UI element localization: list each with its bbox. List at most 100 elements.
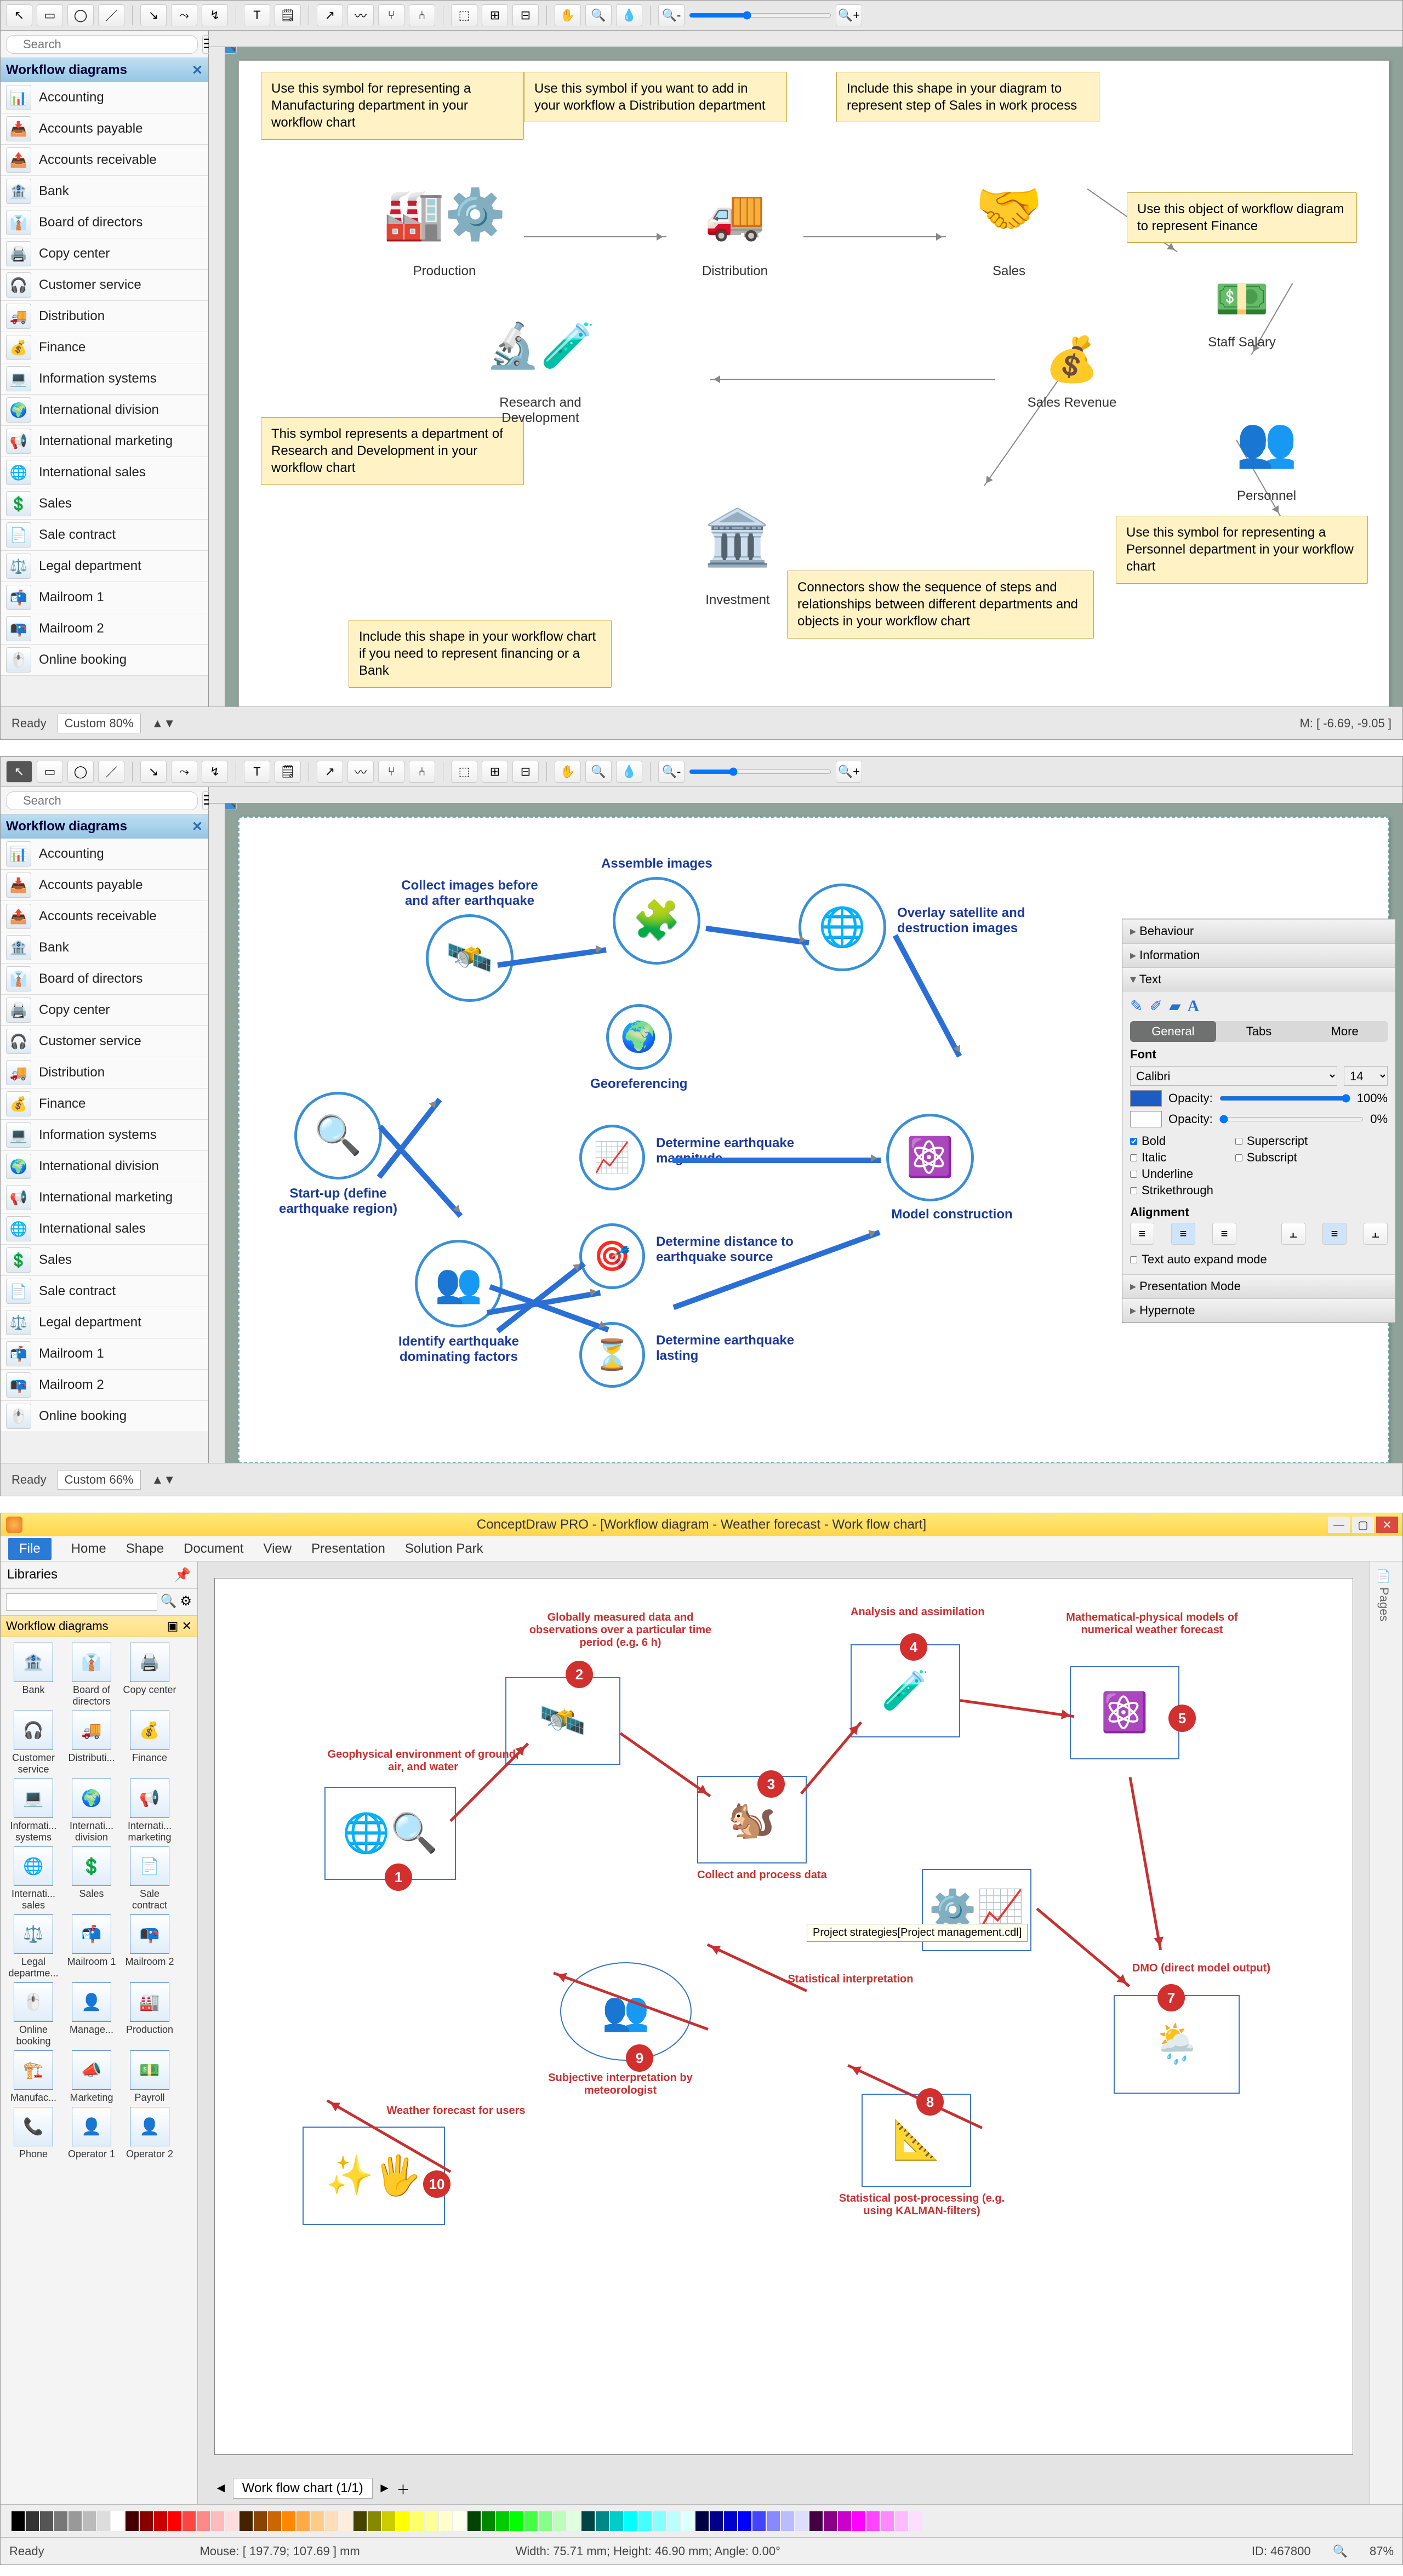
- library-item[interactable]: 🖱️Online booking: [1, 1401, 208, 1432]
- color-swatch[interactable]: [539, 2511, 552, 2531]
- canvas-viewport[interactable]: 🔍 Start-up (define earthquake region) Co…: [225, 803, 1402, 1463]
- library-shape[interactable]: 👤Operator 2: [122, 2107, 177, 2160]
- eyedropper-icon[interactable]: 💧: [616, 761, 642, 783]
- color-swatch[interactable]: [239, 2511, 253, 2531]
- color-swatch[interactable]: [667, 2511, 680, 2531]
- menu-document[interactable]: Document: [184, 1541, 243, 1557]
- color-swatch[interactable]: [710, 2511, 723, 2531]
- library-close-icon[interactable]: ✕: [192, 819, 203, 835]
- library-item[interactable]: 👔Board of directors: [1, 207, 208, 238]
- prev-page-icon[interactable]: ◄: [214, 2481, 227, 2496]
- library-item[interactable]: 🌍International division: [1, 1151, 208, 1182]
- color-swatch[interactable]: [368, 2511, 381, 2531]
- tab-tabs[interactable]: Tabs: [1216, 1021, 1302, 1042]
- menu-home[interactable]: Home: [71, 1541, 106, 1557]
- library-section-header[interactable]: Workflow diagrams ✕: [1, 58, 208, 82]
- library-shape[interactable]: 🌐Internati... sales: [6, 1846, 61, 1911]
- branch-tool-icon[interactable]: ⑂: [378, 4, 404, 26]
- library-shape[interactable]: 📞Phone: [6, 2107, 61, 2160]
- library-shape[interactable]: 👤Manage...: [64, 1982, 119, 2047]
- color-swatch[interactable]: [268, 2511, 281, 2531]
- node-startup[interactable]: 🔍 Start-up (define earthquake region): [267, 1092, 409, 1217]
- library-item[interactable]: 🌍International division: [1, 395, 208, 426]
- drawing-sheet[interactable]: 🌐🔍 1 Geophysical environment of ground, …: [214, 1578, 1353, 2455]
- color-swatch[interactable]: [567, 2511, 580, 2531]
- align-left-icon[interactable]: ≡: [1130, 1223, 1154, 1245]
- library-item[interactable]: 💲Sales: [1, 1245, 208, 1276]
- color-swatch[interactable]: [781, 2511, 794, 2531]
- valign-bottom-icon[interactable]: ⫠: [1364, 1223, 1388, 1245]
- curve-tool-icon[interactable]: 〰: [347, 4, 374, 26]
- color-swatch[interactable]: [866, 2511, 880, 2531]
- color-swatch[interactable]: [225, 2511, 238, 2531]
- node-10[interactable]: ✨🖐️: [303, 2127, 445, 2225]
- zoom-tool-icon[interactable]: 🔍: [585, 4, 612, 26]
- color-swatch[interactable]: [738, 2511, 751, 2531]
- library-shape[interactable]: 💻Informati... systems: [6, 1779, 61, 1843]
- library-shape[interactable]: 📬Mailroom 1: [64, 1914, 119, 1979]
- connector2-icon[interactable]: ⤳: [171, 761, 197, 783]
- line-tool-icon[interactable]: ／: [98, 761, 124, 783]
- library-shape[interactable]: 🖱️Online booking: [6, 1982, 61, 2047]
- color-swatch[interactable]: [553, 2511, 566, 2531]
- node-personnel[interactable]: 👥 Personnel: [1204, 395, 1330, 504]
- pin-icon[interactable]: 📌: [174, 1567, 191, 1583]
- hand-tool-icon[interactable]: ✋: [555, 4, 581, 26]
- tab-more[interactable]: More: [1302, 1021, 1388, 1042]
- menu-shape[interactable]: Shape: [126, 1541, 164, 1557]
- library-item[interactable]: 🖨️Copy center: [1, 995, 208, 1026]
- menu-view[interactable]: View: [264, 1541, 292, 1557]
- zoom-in-icon[interactable]: 🔍+: [836, 4, 862, 26]
- library-item[interactable]: 🚚Distribution: [1, 301, 208, 332]
- color-swatch[interactable]: [909, 2511, 922, 2531]
- node-rd[interactable]: 🔬🧪 Research and Development: [469, 297, 612, 426]
- section-behaviour[interactable]: Behaviour: [1122, 919, 1395, 943]
- note-tool-icon[interactable]: 🗒: [275, 761, 301, 783]
- color-swatch[interactable]: [353, 2511, 367, 2531]
- bold-checkbox[interactable]: [1130, 1138, 1137, 1145]
- color-swatch[interactable]: [69, 2511, 82, 2531]
- node-production[interactable]: 🏭⚙️ Production: [381, 165, 507, 279]
- library-item[interactable]: 📥Accounts payable: [1, 113, 208, 145]
- color-swatch[interactable]: [510, 2511, 523, 2531]
- library-shape[interactable]: 📣Marketing: [64, 2050, 119, 2104]
- library-search-input[interactable]: [6, 1593, 157, 1611]
- zoom-tool-icon[interactable]: 🔍: [585, 761, 612, 783]
- node-assemble[interactable]: Assemble images 🧩: [601, 856, 712, 971]
- library-category[interactable]: Workflow diagrams ▣ ✕: [1, 1616, 197, 1637]
- rect-tool-icon[interactable]: ▭: [37, 4, 63, 26]
- library-item[interactable]: 🌐International sales: [1, 1213, 208, 1245]
- color-swatch[interactable]: [852, 2511, 865, 2531]
- library-shape[interactable]: 👤Operator 1: [64, 2107, 119, 2160]
- node-collect[interactable]: Collect images before and after earthqua…: [398, 878, 541, 1008]
- library-shape[interactable]: 🏦Bank: [6, 1643, 61, 1707]
- color-swatch[interactable]: [482, 2511, 495, 2531]
- zoom-slider[interactable]: [689, 767, 831, 776]
- auto-expand-checkbox[interactable]: [1130, 1256, 1137, 1263]
- library-shape[interactable]: 👔Board of directors: [64, 1643, 119, 1707]
- node-lasting[interactable]: ⏳ Determine earthquake lasting: [579, 1322, 645, 1394]
- color-swatch[interactable]: [12, 2511, 25, 2531]
- text-tool-icon[interactable]: T: [244, 4, 270, 26]
- node-identify[interactable]: 👥 Identify earthquake dominating factors: [387, 1240, 530, 1365]
- color-swatch[interactable]: [154, 2511, 167, 2531]
- close-button[interactable]: ✕: [1376, 1517, 1398, 1533]
- library-shape[interactable]: 📭Mailroom 2: [122, 1914, 177, 1979]
- italic-checkbox[interactable]: [1130, 1154, 1137, 1161]
- canvas-viewport[interactable]: Use this symbol for representing a Manuf…: [225, 47, 1402, 706]
- zoom-in-icon[interactable]: 🔍+: [836, 761, 862, 783]
- color-swatch[interactable]: [496, 2511, 509, 2531]
- connector3-icon[interactable]: ↯: [202, 4, 228, 26]
- library-item[interactable]: ⚖️Legal department: [1, 551, 208, 582]
- library-item[interactable]: 📢International marketing: [1, 426, 208, 457]
- color-swatch[interactable]: [282, 2511, 295, 2531]
- library-close-icon[interactable]: ✕: [192, 62, 203, 78]
- color-swatch[interactable]: [83, 2511, 96, 2531]
- library-item[interactable]: 👔Board of directors: [1, 964, 208, 995]
- node-investment[interactable]: 🏛️ Investment: [666, 483, 809, 608]
- color-swatch[interactable]: [610, 2511, 623, 2531]
- color-swatch[interactable]: [895, 2511, 908, 2531]
- node-5[interactable]: ⚛️: [1070, 1666, 1179, 1759]
- color-swatch[interactable]: [624, 2511, 637, 2531]
- font-select[interactable]: Calibri: [1130, 1066, 1337, 1086]
